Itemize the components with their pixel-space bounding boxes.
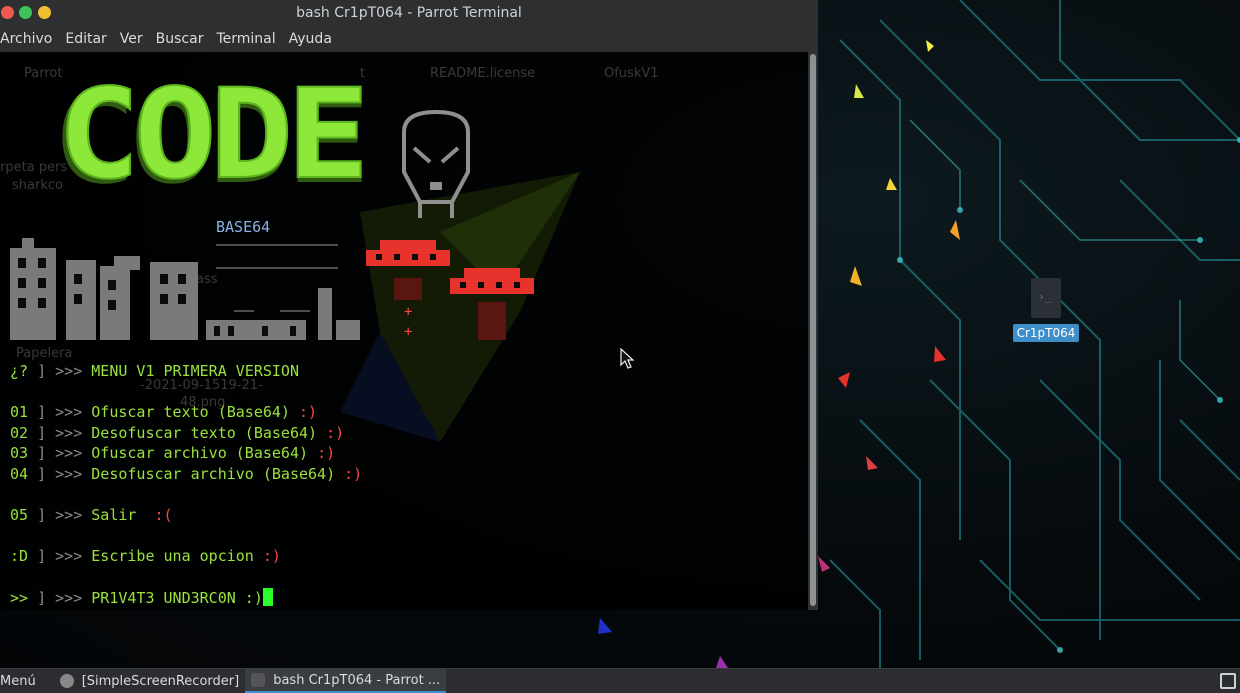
terminal-scrollbar[interactable]	[808, 52, 818, 610]
taskbar-item-label: [SimpleScreenRecorder]	[81, 673, 240, 689]
ufo-icon	[366, 240, 450, 300]
terminal-icon	[251, 673, 266, 687]
terminal-line-header: ¿? ] >>> MENU V1 PRIMERA VERSION	[10, 362, 299, 380]
menu-bar: Archivo Editar Ver Buscar Terminal Ayuda	[0, 26, 818, 53]
menu-archivo[interactable]: Archivo	[0, 31, 52, 47]
terminal-window[interactable]: bash Cr1pT064 - Parrot Terminal Archivo …	[0, 0, 818, 610]
input-prompt-line: :D ] >>> Escribe una opcion :)	[10, 547, 281, 565]
screenrecorder-icon	[59, 674, 74, 688]
base64-label: BASE64	[216, 218, 271, 236]
taskbar-item-label: bash Cr1pT064 - Parrot ...	[273, 672, 441, 688]
ghost-label: -2021-09-1519-21-	[140, 378, 263, 393]
mouse-pointer-icon	[620, 348, 635, 369]
terminal-output[interactable]: Parrot t README.license OfuskV1 rpeta pe…	[0, 52, 808, 610]
alien-icon	[402, 109, 470, 218]
menu-option-1: 01 ] >>> Ofuscar texto (Base64) :)	[10, 403, 318, 421]
menu-option-4: 04 ] >>> Desofuscar archivo (Base64) :)	[10, 465, 363, 483]
ascii-art-banner: CODE CODE + +	[10, 62, 534, 340]
menu-option-exit: 05 ] >>> Salir :(	[10, 506, 173, 524]
menu-buscar[interactable]: Buscar	[156, 31, 204, 47]
menu-terminal[interactable]: Terminal	[216, 31, 275, 47]
taskbar-item-screenrecorder[interactable]: [SimpleScreenRecorder]	[54, 669, 246, 693]
scrollbar-thumb[interactable]	[810, 54, 816, 606]
desktop-file-icon[interactable]: Cr1pT064	[1010, 278, 1082, 342]
code-logo: CODE CODE	[52, 62, 370, 212]
menu-option-2: 02 ] >>> Desofuscar texto (Base64) :)	[10, 424, 345, 442]
plus-mark: +	[404, 304, 412, 320]
window-titlebar[interactable]: bash Cr1pT064 - Parrot Terminal	[0, 0, 818, 26]
plus-mark: +	[404, 324, 412, 340]
desktop-file-label: Cr1pT064	[1012, 324, 1080, 342]
tray-icon[interactable]	[1220, 673, 1236, 689]
city-skyline	[10, 238, 360, 340]
command-input-line[interactable]: >> ] >>> PR1V4T3 UND3RC0N :)	[10, 588, 273, 607]
menu-ayuda[interactable]: Ayuda	[289, 31, 332, 47]
taskbar: Menú [SimpleScreenRecorder] bash Cr1pT06…	[0, 668, 1240, 693]
menu-ver[interactable]: Ver	[120, 31, 143, 47]
file-icon	[1031, 278, 1061, 318]
svg-text:CODE: CODE	[57, 63, 363, 207]
start-menu-label: Menú	[0, 673, 36, 689]
text-cursor	[262, 588, 273, 606]
menu-option-3: 03 ] >>> Ofuscar archivo (Base64) :)	[10, 444, 336, 462]
menu-editar[interactable]: Editar	[65, 31, 106, 47]
window-title: bash Cr1pT064 - Parrot Terminal	[296, 5, 522, 21]
start-menu-button[interactable]: Menú	[0, 669, 42, 693]
taskbar-item-terminal[interactable]: bash Cr1pT064 - Parrot ...	[245, 669, 447, 693]
ufo-icon	[450, 268, 534, 340]
